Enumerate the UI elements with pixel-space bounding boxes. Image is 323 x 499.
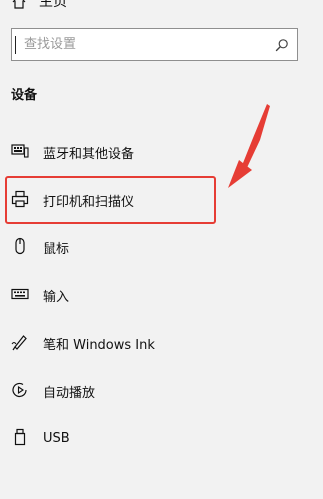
- keyboard-icon: [11, 288, 29, 300]
- autoplay-icon: [12, 382, 27, 398]
- nav-item-label: USB: [43, 430, 70, 446]
- nav-item-label: 笔和 Windows Ink: [43, 337, 155, 353]
- home-label: 主页: [39, 0, 67, 10]
- search-icon[interactable]: [275, 38, 289, 52]
- annotation-arrow-icon: [228, 104, 270, 188]
- nav-item-pen[interactable]: 笔和 Windows Ink: [0, 329, 300, 357]
- nav-item-autoplay[interactable]: 自动播放: [0, 377, 300, 405]
- search-caret: [15, 36, 16, 54]
- nav-item-label: 自动播放: [43, 385, 96, 401]
- nav-item-label: 输入: [43, 289, 70, 305]
- home-icon: [12, 0, 26, 9]
- annotation-highlight-box: [5, 176, 216, 224]
- nav-item-label: 蓝牙和其他设备: [43, 146, 135, 162]
- nav-item-typing[interactable]: 输入: [0, 281, 300, 309]
- nav-item-mouse[interactable]: 鼠标: [0, 233, 300, 261]
- nav-item-label: 鼠标: [43, 241, 70, 257]
- usb-icon: [14, 428, 26, 446]
- search-input[interactable]: [22, 36, 275, 53]
- section-title: 设备: [11, 88, 38, 103]
- nav-item-usb[interactable]: USB: [0, 424, 300, 452]
- home-nav-item[interactable]: 主页: [11, 0, 67, 10]
- mouse-icon: [15, 237, 25, 255]
- bluetooth-devices-icon: [11, 144, 29, 158]
- search-box[interactable]: [11, 28, 298, 61]
- pen-icon: [11, 335, 27, 351]
